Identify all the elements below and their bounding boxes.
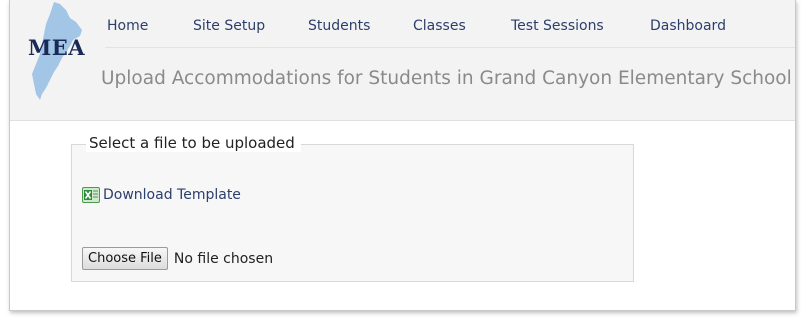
nav-test-sessions[interactable]: Test Sessions (511, 18, 604, 34)
header: MEA Home Site Setup Students Classes Tes… (10, 0, 795, 121)
nav-site-setup[interactable]: Site Setup (193, 18, 265, 34)
app-window: MEA Home Site Setup Students Classes Tes… (9, 0, 796, 311)
nav-dashboard[interactable]: Dashboard (650, 18, 726, 34)
file-input[interactable]: Choose File No file chosen (82, 247, 273, 270)
page-title: Upload Accommodations for Students in Gr… (101, 68, 792, 89)
download-template-link[interactable]: Download Template (82, 187, 241, 203)
download-template-label[interactable]: Download Template (103, 187, 241, 203)
excel-icon (82, 187, 100, 203)
choose-file-button[interactable]: Choose File (82, 247, 168, 270)
nav-classes[interactable]: Classes (413, 18, 466, 34)
nav-home[interactable]: Home (107, 18, 148, 34)
file-status-text: No file chosen (173, 250, 274, 267)
nav-divider (105, 47, 795, 48)
upload-legend: Select a file to be uploaded (86, 134, 301, 152)
top-navigation: Home Site Setup Students Classes Test Se… (10, 0, 795, 48)
nav-students[interactable]: Students (308, 18, 370, 34)
upload-fieldset: Select a file to be uploaded Download Te… (71, 134, 634, 282)
